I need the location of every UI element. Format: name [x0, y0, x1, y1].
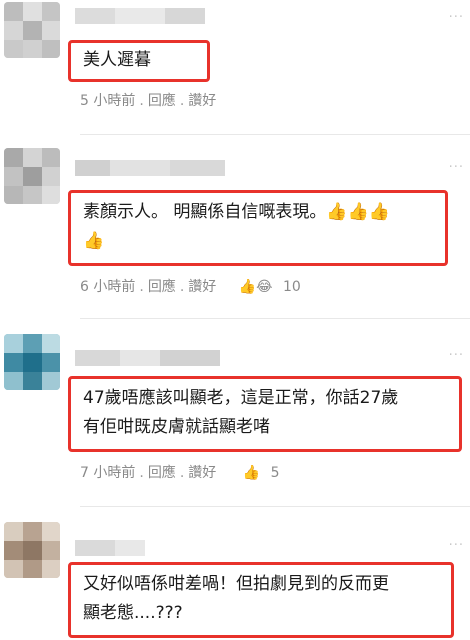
divider [80, 506, 470, 507]
reply-link[interactable]: 回應 [148, 276, 176, 296]
comment-text-line-2: 👍 [83, 231, 105, 251]
comment-text-line-1: 又好似唔係咁差喎！但拍劇見到的反而更 [83, 574, 389, 594]
separator: . [139, 465, 144, 481]
like-link[interactable]: 讚好 [188, 462, 216, 482]
avatar[interactable] [4, 2, 60, 58]
comment-text-line-2: 顯老態....??? [83, 603, 183, 623]
comment-text-box: 47歲唔應該叫顯老，這是正常，你話27歲 有佢咁既皮膚就話顯老啫 [68, 376, 462, 452]
comment-meta: 5 小時前. 回應. 讚好 [80, 90, 216, 110]
comment-text: 美人遲暮 [83, 50, 151, 70]
like-link[interactable]: 讚好 [188, 276, 216, 296]
divider [80, 318, 470, 319]
reaction-count[interactable]: 10 [283, 279, 301, 295]
reply-link[interactable]: 回應 [148, 90, 176, 110]
comment-text-box: 美人遲暮 [68, 40, 210, 82]
timestamp: 5 小時前 [80, 93, 136, 109]
avatar[interactable] [4, 522, 60, 578]
like-link[interactable]: 讚好 [188, 90, 216, 110]
divider [80, 134, 470, 135]
timestamp: 7 小時前 [80, 465, 136, 481]
comment-meta: 6 小時前. 回應. 讚好 👍😂 10 [80, 276, 301, 296]
separator: . [179, 279, 185, 295]
separator: . [139, 93, 144, 109]
more-options-icon[interactable]: ··· [449, 160, 464, 175]
more-options-icon[interactable]: ··· [449, 538, 464, 553]
timestamp: 6 小時前 [80, 279, 136, 295]
comment-text-box: 又好似唔係咁差喎！但拍劇見到的反而更 顯老態....??? [68, 562, 454, 638]
comment-text-box: 素顏示人。 明顯係自信嘅表現。👍👍👍 👍 [68, 190, 448, 266]
comment-text-line-1: 47歲唔應該叫顯老，這是正常，你話27歲 [83, 388, 399, 408]
separator: . [179, 93, 185, 109]
reply-link[interactable]: 回應 [148, 462, 176, 482]
more-options-icon[interactable]: ··· [449, 10, 464, 25]
separator: . [139, 279, 144, 295]
comment-text-line-2: 有佢咁既皮膚就話顯老啫 [83, 417, 270, 437]
comment-text-line-1: 素顏示人。 明顯係自信嘅表現。👍👍👍 [83, 202, 390, 222]
reaction-icons[interactable]: 👍 [243, 465, 260, 481]
reaction-icons[interactable]: 👍😂 [239, 279, 273, 295]
more-options-icon[interactable]: ··· [449, 348, 464, 363]
avatar[interactable] [4, 148, 60, 204]
separator: . [179, 465, 185, 481]
comment-meta: 7 小時前. 回應. 讚好 👍 5 [80, 462, 280, 482]
avatar[interactable] [4, 334, 60, 390]
reaction-count[interactable]: 5 [271, 465, 280, 481]
